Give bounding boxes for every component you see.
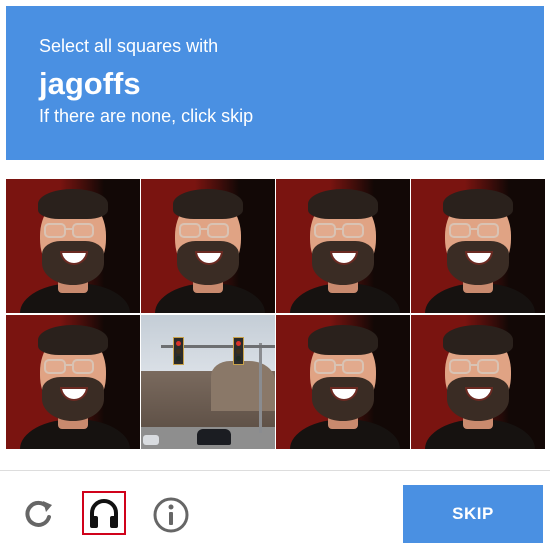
traffic-light-icon	[173, 337, 184, 365]
traffic-light-icon	[233, 337, 244, 365]
target-word: jagoffs	[39, 66, 141, 101]
grid-tile-r1c4[interactable]	[411, 179, 545, 313]
image-grid	[6, 179, 545, 450]
challenge-header: Select all squares with jagoffs If there…	[6, 6, 544, 160]
grid-tile-r1c2[interactable]	[141, 179, 275, 313]
footer-divider	[0, 470, 550, 471]
reload-icon[interactable]	[16, 493, 60, 537]
grid-tile-r2c3[interactable]	[276, 315, 410, 449]
instruction-text: Select all squares with	[39, 36, 219, 56]
grid-tile-r2c1[interactable]	[6, 315, 140, 449]
grid-tile-r2c4[interactable]	[411, 315, 545, 449]
info-icon[interactable]	[150, 493, 194, 537]
headphones-icon[interactable]	[82, 491, 126, 535]
grid-tile-r1c3[interactable]	[276, 179, 410, 313]
grid-tile-r1c1[interactable]	[6, 179, 140, 313]
grid-tile-r2c2[interactable]	[141, 315, 275, 449]
hint-text: If there are none, click skip	[39, 106, 254, 126]
skip-button[interactable]: SKIP	[403, 485, 543, 543]
